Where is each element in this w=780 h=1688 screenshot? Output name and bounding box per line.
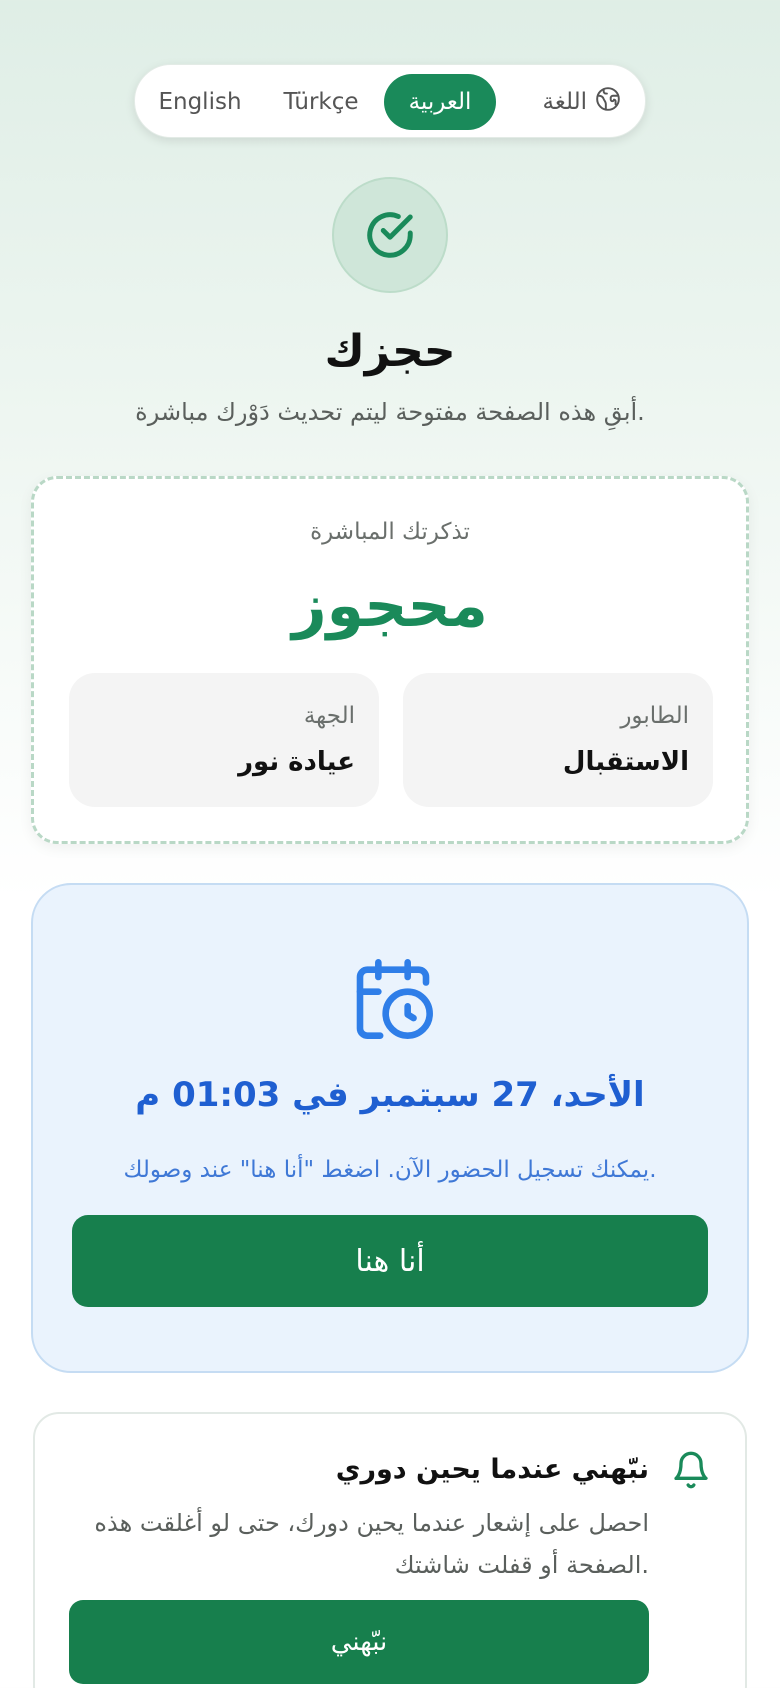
- language-switcher: English Türkçe العربية اللغة: [134, 64, 646, 138]
- lang-option-english[interactable]: English: [145, 74, 255, 130]
- globe-icon: [595, 86, 621, 118]
- calendar-clock-icon: [349, 953, 437, 1049]
- page-subtitle: أبقِ هذه الصفحة مفتوحة ليتم تحديث دَوْرك…: [135, 398, 645, 426]
- notify-me-button[interactable]: نبّهني: [69, 1600, 649, 1684]
- notify-card: نبّهني عندما يحين دوري احصل على إشعار عن…: [33, 1412, 747, 1688]
- queue-label: الطابور: [620, 703, 689, 729]
- appointment-note: يمكنك تسجيل الحضور الآن. اضغط "أنا هنا" …: [123, 1157, 657, 1183]
- provider-label: الجهة: [303, 703, 355, 729]
- language-label: اللغة: [542, 89, 587, 115]
- check-in-button[interactable]: أنا هنا: [72, 1215, 708, 1307]
- notify-title: نبّهني عندما يحين دوري: [335, 1454, 649, 1485]
- appointment-card: الأحد، 27 سبتمبر في 01:03 م يمكنك تسجيل …: [31, 883, 749, 1373]
- lang-option-arabic[interactable]: العربية: [384, 74, 496, 130]
- bell-icon: [671, 1450, 711, 1494]
- language-label-group: اللغة: [543, 65, 621, 139]
- ticket-status: محجوز: [292, 571, 488, 641]
- queue-value: الاستقبال: [562, 747, 689, 777]
- provider-value: عيادة نور: [238, 747, 355, 777]
- check-circle-icon: [332, 177, 448, 293]
- ticket-card: تذكرتك المباشرة محجوز الطابور الاستقبال …: [31, 476, 749, 844]
- lang-option-turkish[interactable]: Türkçe: [263, 74, 379, 130]
- ticket-caption: تذكرتك المباشرة: [310, 519, 470, 545]
- appointment-datetime: الأحد، 27 سبتمبر في 01:03 م: [135, 1075, 645, 1115]
- notify-description: احصل على إشعار عندما يحين دورك، حتى لو أ…: [94, 1509, 649, 1579]
- queue-info-box: الطابور الاستقبال: [403, 673, 713, 807]
- provider-info-box: الجهة عيادة نور: [69, 673, 379, 807]
- page-title: حجزك: [324, 326, 456, 377]
